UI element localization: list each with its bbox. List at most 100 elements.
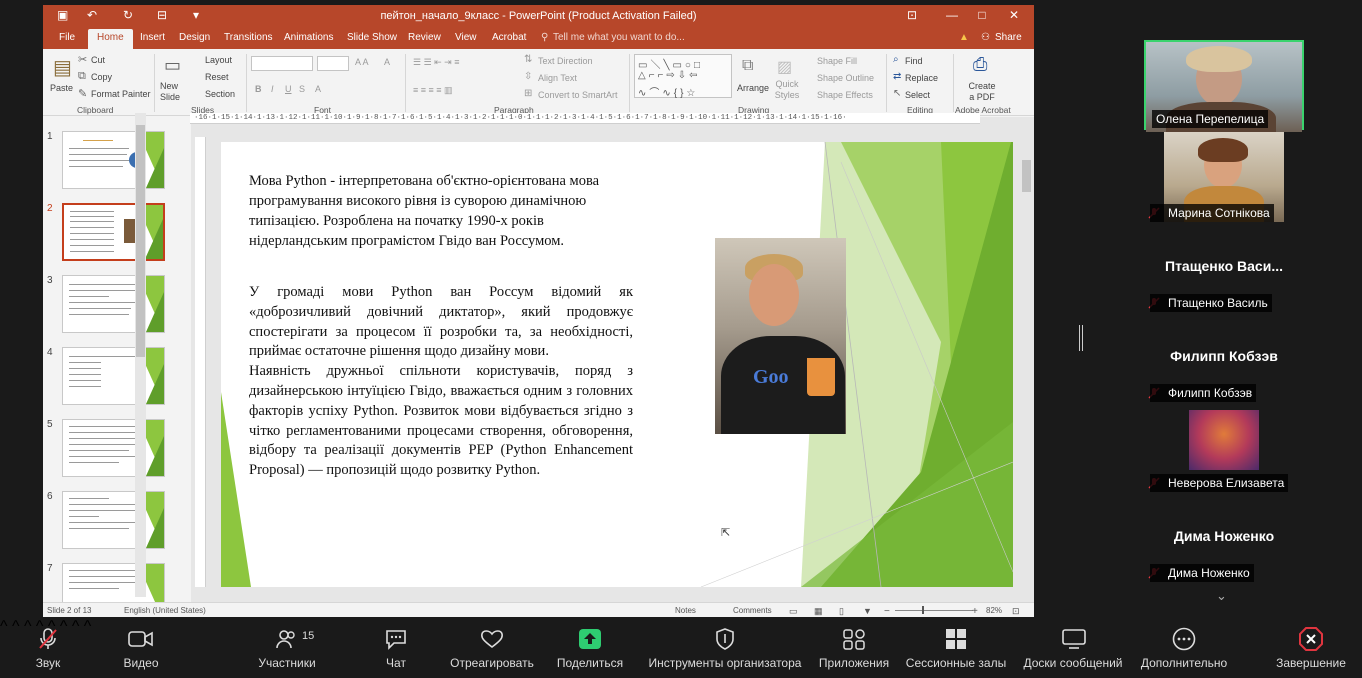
- font-color-icon[interactable]: A: [315, 84, 321, 94]
- align-text-icon[interactable]: ⇳: [524, 71, 532, 82]
- chat-button[interactable]: Чат: [374, 618, 418, 678]
- tab-file[interactable]: File: [59, 32, 75, 43]
- react-button[interactable]: Отреагировать: [446, 618, 538, 678]
- warning-icon[interactable]: ▲: [959, 32, 969, 43]
- participant-tile[interactable]: Филипп Кобзэв Филипп Кобзэв: [1144, 312, 1304, 402]
- align-text-button[interactable]: Align Text: [538, 73, 577, 83]
- find-icon[interactable]: ⌕: [893, 54, 899, 65]
- slide-thumbnail-6[interactable]: [62, 491, 165, 549]
- new-slide-button[interactable]: New Slide: [160, 81, 192, 103]
- paste-button[interactable]: Paste: [50, 83, 73, 93]
- replace-icon[interactable]: ⇄: [893, 71, 901, 82]
- tab-transitions[interactable]: Transitions: [224, 32, 273, 43]
- arrange-icon[interactable]: ⧉: [742, 57, 753, 75]
- font-name-box[interactable]: [251, 56, 313, 71]
- reading-view-icon[interactable]: ▯: [839, 606, 844, 617]
- tab-acrobat[interactable]: Acrobat: [492, 32, 526, 43]
- quick-styles-icon[interactable]: ▨: [777, 57, 792, 77]
- slide-paragraph-1[interactable]: Мова Python - інтерпретована об'єктно-ор…: [249, 171, 619, 251]
- shape-outline-button[interactable]: Shape Outline: [817, 73, 874, 83]
- shape-effects-button[interactable]: Shape Effects: [817, 90, 873, 100]
- whiteboards-button[interactable]: Доски сообщений: [1018, 618, 1128, 678]
- cut-button[interactable]: Cut: [91, 55, 105, 65]
- slide-canvas[interactable]: Мова Python - інтерпретована об'єктно-ор…: [221, 142, 1013, 587]
- layout-button[interactable]: Layout: [205, 55, 232, 65]
- tab-review[interactable]: Review: [408, 32, 441, 43]
- zoom-level[interactable]: 82%: [986, 606, 1002, 615]
- clear-format-icon[interactable]: A: [384, 57, 390, 67]
- font-size-box[interactable]: [317, 56, 349, 71]
- select-icon[interactable]: ↖: [893, 88, 901, 99]
- end-meeting-button[interactable]: Завершение: [1270, 618, 1352, 678]
- format-painter-button[interactable]: Format Painter: [91, 89, 151, 99]
- slide-thumbnail-4[interactable]: [62, 347, 165, 405]
- tab-home[interactable]: Home: [88, 29, 133, 49]
- create-pdf-icon[interactable]: ⎙: [973, 54, 987, 75]
- shape-fill-button[interactable]: Shape Fill: [817, 56, 857, 66]
- thumbnails-scrollbar[interactable]: [135, 113, 146, 597]
- whiteboards-options-caret[interactable]: ^: [84, 618, 92, 635]
- format-painter-icon[interactable]: ✎: [78, 87, 87, 100]
- tell-me-box[interactable]: Tell me what you want to do...: [553, 32, 685, 43]
- slide-thumbnail-3[interactable]: [62, 275, 165, 333]
- new-slide-icon[interactable]: ▭: [164, 55, 181, 76]
- slide-thumbnail-5[interactable]: [62, 419, 165, 477]
- slide-thumbnail-2[interactable]: [62, 203, 165, 261]
- zoom-out-icon[interactable]: −: [884, 606, 890, 617]
- bold-icon[interactable]: B: [255, 84, 262, 94]
- slide-thumbnail-1[interactable]: [62, 131, 165, 189]
- copy-button[interactable]: Copy: [91, 72, 112, 82]
- section-button[interactable]: Section: [205, 89, 235, 99]
- convert-smartart-button[interactable]: Convert to SmartArt: [538, 90, 618, 100]
- slide-thumbnail-7[interactable]: [62, 563, 165, 603]
- language-indicator[interactable]: English (United States): [124, 606, 206, 615]
- align-icons[interactable]: ≡ ≡ ≡ ≡ ▥: [413, 85, 453, 96]
- tab-slide-show[interactable]: Slide Show: [347, 32, 397, 43]
- slide-paragraph-2[interactable]: У громаді мови Python ван Россум відомий…: [249, 283, 633, 481]
- bullets-icon[interactable]: ☰ ☰ ⇤ ⇥ ≡: [413, 57, 459, 68]
- smartart-icon[interactable]: ⊞: [524, 88, 532, 99]
- breakout-rooms-button[interactable]: Сессионные залы: [902, 618, 1010, 678]
- participant-tile[interactable]: Дима Ноженко Дима Ноженко: [1144, 492, 1304, 582]
- arrange-button[interactable]: Arrange: [737, 83, 769, 93]
- editor-scrollbar[interactable]: [1021, 142, 1032, 582]
- tab-view[interactable]: View: [455, 32, 477, 43]
- tab-design[interactable]: Design: [179, 32, 210, 43]
- normal-view-icon[interactable]: ▭: [789, 606, 798, 617]
- mute-button[interactable]: Звук: [22, 618, 74, 678]
- text-direction-button[interactable]: Text Direction: [538, 56, 593, 66]
- fit-slide-icon[interactable]: ⊡: [1012, 606, 1020, 617]
- zoom-in-icon[interactable]: +: [972, 606, 978, 617]
- increase-font-icon[interactable]: A A: [355, 57, 369, 67]
- chevron-down-icon[interactable]: ⌄: [1216, 588, 1227, 604]
- participants-button[interactable]: 15 Участники: [252, 618, 322, 678]
- copy-icon[interactable]: ⧉: [78, 70, 86, 83]
- video-options-caret[interactable]: ^: [12, 618, 20, 635]
- zoom-slider-thumb[interactable]: [922, 606, 924, 614]
- zoom-slider[interactable]: [895, 610, 973, 611]
- notes-button[interactable]: Notes: [675, 606, 696, 615]
- more-button[interactable]: Дополнительно: [1136, 618, 1232, 678]
- reset-button[interactable]: Reset: [205, 72, 229, 82]
- replace-button[interactable]: Replace: [905, 73, 938, 83]
- mute-options-caret[interactable]: ^: [0, 618, 8, 635]
- participant-tile[interactable]: Олена Перепелица: [1144, 40, 1304, 132]
- video-button[interactable]: Видео: [114, 618, 168, 678]
- create-pdf-button[interactable]: Create a PDF: [965, 81, 999, 103]
- apps-button[interactable]: Приложения: [814, 618, 894, 678]
- find-button[interactable]: Find: [905, 56, 923, 66]
- guido-photo[interactable]: Goo: [715, 238, 846, 434]
- strikethrough-icon[interactable]: S: [299, 84, 305, 94]
- close-icon[interactable]: ✕: [999, 8, 1029, 22]
- participant-tile[interactable]: Марина Сотнікова: [1144, 132, 1304, 222]
- italic-icon[interactable]: I: [271, 84, 274, 94]
- participant-tile[interactable]: Птащенко Васи... Птащенко Василь: [1144, 222, 1304, 312]
- panel-resize-handle[interactable]: [1079, 325, 1083, 351]
- paste-icon[interactable]: ▤: [53, 55, 72, 80]
- comments-button[interactable]: Comments: [733, 606, 772, 615]
- participant-tile[interactable]: Неверова Елизавета: [1144, 402, 1304, 492]
- underline-icon[interactable]: U: [285, 84, 292, 94]
- select-button[interactable]: Select: [905, 90, 930, 100]
- tab-animations[interactable]: Animations: [284, 32, 333, 43]
- share-button[interactable]: Share: [995, 32, 1022, 43]
